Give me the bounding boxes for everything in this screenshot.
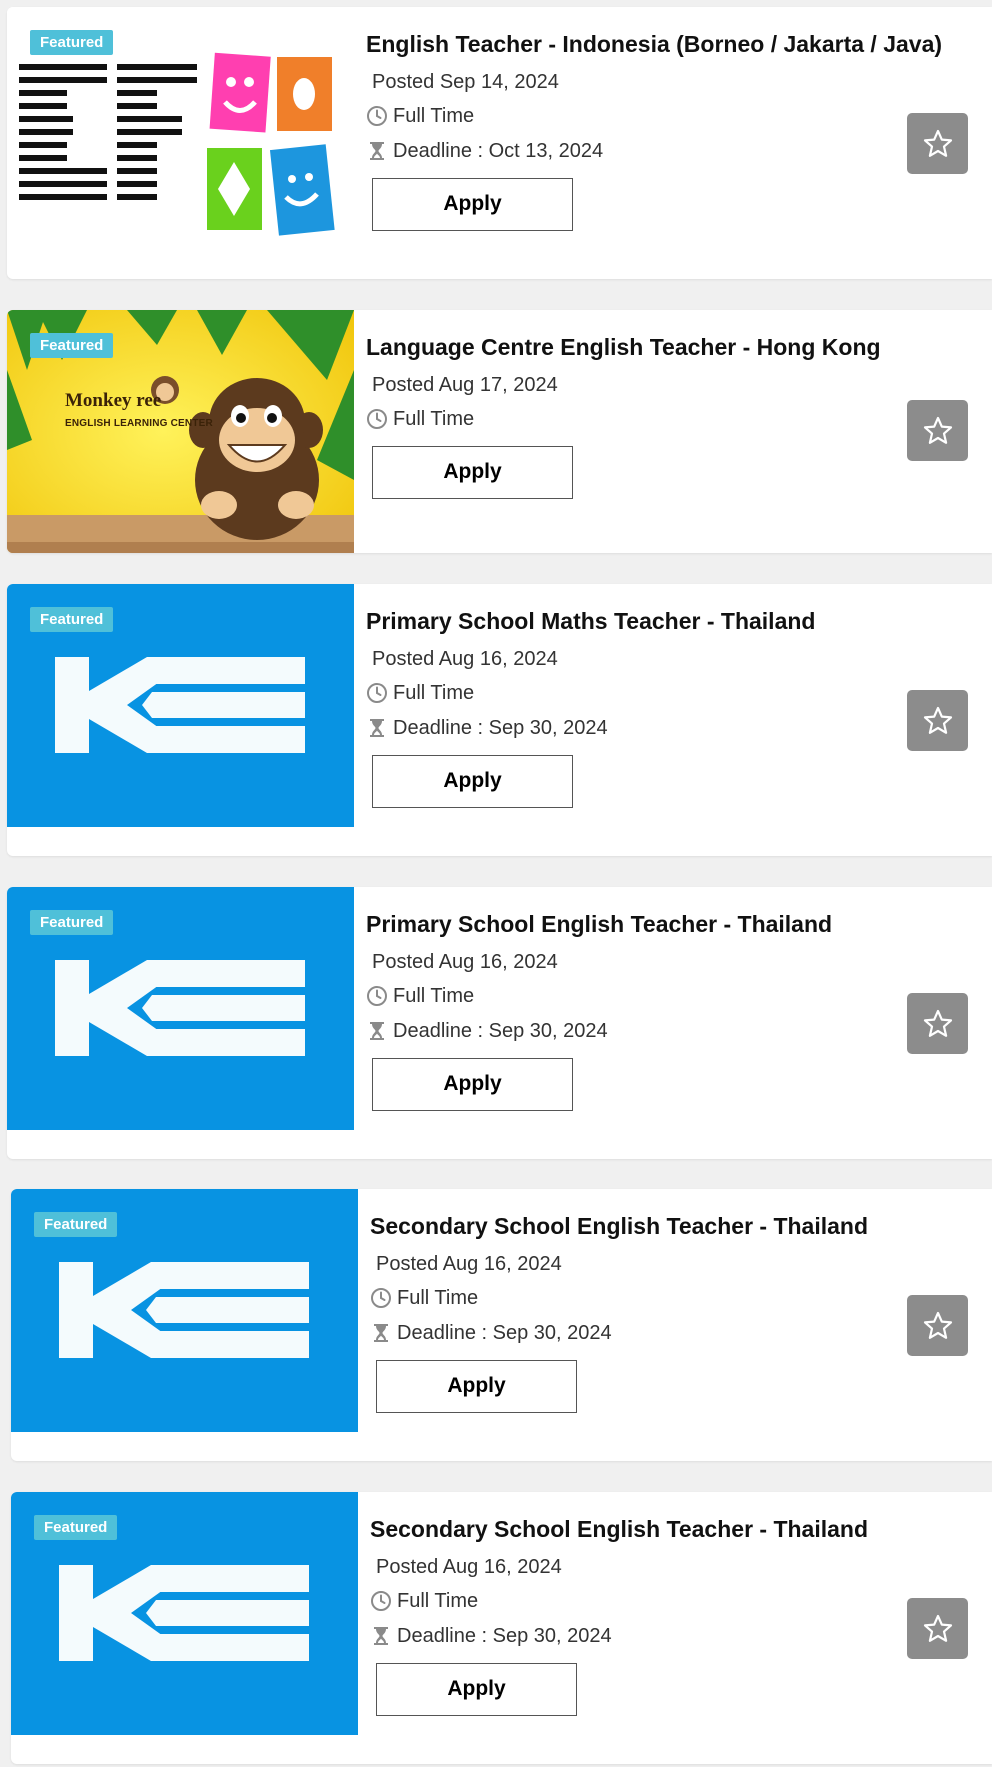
deadline-row: Deadline : Sep 30, 2024: [370, 1625, 992, 1647]
job-title[interactable]: Secondary School English Teacher - Thail…: [370, 1516, 992, 1544]
star-icon: [922, 415, 954, 447]
clock-icon: [370, 1590, 392, 1612]
job-info: English Teacher - Indonesia (Borneo / Ja…: [366, 31, 992, 231]
job-title[interactable]: Primary School English Teacher - Thailan…: [366, 911, 992, 939]
job-title[interactable]: Language Centre English Teacher - Hong K…: [366, 334, 992, 362]
job-info: Secondary School English Teacher - Thail…: [370, 1516, 992, 1716]
job-type-row: Full Time: [366, 105, 992, 127]
clock-icon: [366, 105, 388, 127]
featured-badge: Featured: [34, 1515, 118, 1540]
job-card[interactable]: Featured Secondary School English Teacher…: [11, 1492, 992, 1764]
clock-icon: [366, 985, 388, 1007]
hourglass-icon: [366, 140, 388, 162]
job-type: Full Time: [397, 1589, 479, 1612]
ke-logo[interactable]: Featured: [7, 584, 354, 827]
job-title[interactable]: Secondary School English Teacher - Thail…: [370, 1213, 992, 1241]
job-type-row: Full Time: [366, 408, 992, 430]
job-type-row: Full Time: [366, 985, 992, 1007]
deadline: Deadline : Sep 30, 2024: [397, 1624, 612, 1647]
posted-date: Posted Aug 16, 2024: [376, 1252, 562, 1275]
favorite-button[interactable]: [907, 690, 968, 751]
job-info: Secondary School English Teacher - Thail…: [370, 1213, 992, 1413]
posted-date: Posted Aug 16, 2024: [376, 1555, 562, 1578]
posted-date: Posted Aug 16, 2024: [372, 647, 558, 670]
job-type: Full Time: [393, 104, 475, 127]
star-icon: [922, 1008, 954, 1040]
ke-logo[interactable]: Featured: [7, 887, 354, 1130]
star-icon: [922, 705, 954, 737]
favorite-button[interactable]: [907, 400, 968, 461]
job-card[interactable]: Monkey ree ENGLISH LEARNING CENTER Feature…: [7, 310, 992, 553]
job-type-row: Full Time: [366, 682, 992, 704]
logo-text: Monkey ree: [65, 390, 162, 411]
deadline-row: Deadline : Sep 30, 2024: [366, 717, 992, 739]
favorite-button[interactable]: [907, 993, 968, 1054]
deadline: Deadline : Sep 30, 2024: [393, 716, 608, 739]
job-type: Full Time: [397, 1286, 479, 1309]
deadline: Deadline : Sep 30, 2024: [393, 1019, 608, 1042]
job-info: Language Centre English Teacher - Hong K…: [366, 334, 992, 499]
job-card[interactable]: Featured Primary School English Teacher -…: [7, 887, 992, 1159]
star-icon: [922, 128, 954, 160]
monkey-tree-logo[interactable]: Monkey ree ENGLISH LEARNING CENTER Feature…: [7, 310, 354, 553]
hourglass-icon: [366, 1020, 388, 1042]
job-type: Full Time: [393, 984, 475, 1007]
clock-icon: [366, 682, 388, 704]
featured-badge: Featured: [30, 910, 114, 935]
posted-date: Posted Aug 16, 2024: [372, 950, 558, 973]
apply-button[interactable]: Apply: [372, 754, 573, 808]
job-info: Primary School English Teacher - Thailan…: [366, 911, 992, 1111]
job-title[interactable]: Primary School Maths Teacher - Thailand: [366, 608, 992, 636]
job-title[interactable]: English Teacher - Indonesia (Borneo / Ja…: [366, 31, 992, 59]
deadline: Deadline : Sep 30, 2024: [397, 1321, 612, 1344]
featured-badge: Featured: [34, 1212, 118, 1237]
job-type: Full Time: [393, 681, 475, 704]
ef-logo[interactable]: Featured: [7, 7, 354, 250]
apply-button[interactable]: Apply: [372, 1057, 573, 1111]
job-type-row: Full Time: [370, 1287, 992, 1309]
hourglass-icon: [370, 1322, 392, 1344]
deadline-row: Deadline : Sep 30, 2024: [370, 1322, 992, 1344]
deadline-row: Deadline : Oct 13, 2024: [366, 140, 992, 162]
favorite-button[interactable]: [907, 1295, 968, 1356]
apply-button[interactable]: Apply: [376, 1662, 577, 1716]
ke-logo[interactable]: Featured: [11, 1492, 358, 1735]
star-icon: [922, 1310, 954, 1342]
clock-icon: [370, 1287, 392, 1309]
hourglass-icon: [370, 1625, 392, 1647]
apply-button[interactable]: Apply: [376, 1359, 577, 1413]
apply-button[interactable]: Apply: [372, 445, 573, 499]
posted-date: Posted Aug 17, 2024: [372, 373, 558, 396]
clock-icon: [366, 408, 388, 430]
job-type-row: Full Time: [370, 1590, 992, 1612]
featured-badge: Featured: [30, 30, 114, 55]
featured-badge: Featured: [30, 607, 114, 632]
apply-button[interactable]: Apply: [372, 177, 573, 231]
deadline-row: Deadline : Sep 30, 2024: [366, 1020, 992, 1042]
hourglass-icon: [366, 717, 388, 739]
favorite-button[interactable]: [907, 1598, 968, 1659]
posted-date: Posted Sep 14, 2024: [372, 70, 559, 93]
job-type: Full Time: [393, 407, 475, 430]
ke-logo[interactable]: Featured: [11, 1189, 358, 1432]
job-card[interactable]: Featured Secondary School English Teacher…: [11, 1189, 992, 1461]
favorite-button[interactable]: [907, 113, 968, 174]
star-icon: [922, 1613, 954, 1645]
job-card[interactable]: Featured English Teacher - Indonesia (Bor…: [7, 7, 992, 279]
featured-badge: Featured: [30, 333, 114, 358]
job-card[interactable]: Featured Primary School Maths Teacher - T…: [7, 584, 992, 856]
job-info: Primary School Maths Teacher - Thailand P…: [366, 608, 992, 808]
deadline: Deadline : Oct 13, 2024: [393, 139, 604, 162]
logo-tagline: ENGLISH LEARNING CENTER: [65, 418, 213, 429]
